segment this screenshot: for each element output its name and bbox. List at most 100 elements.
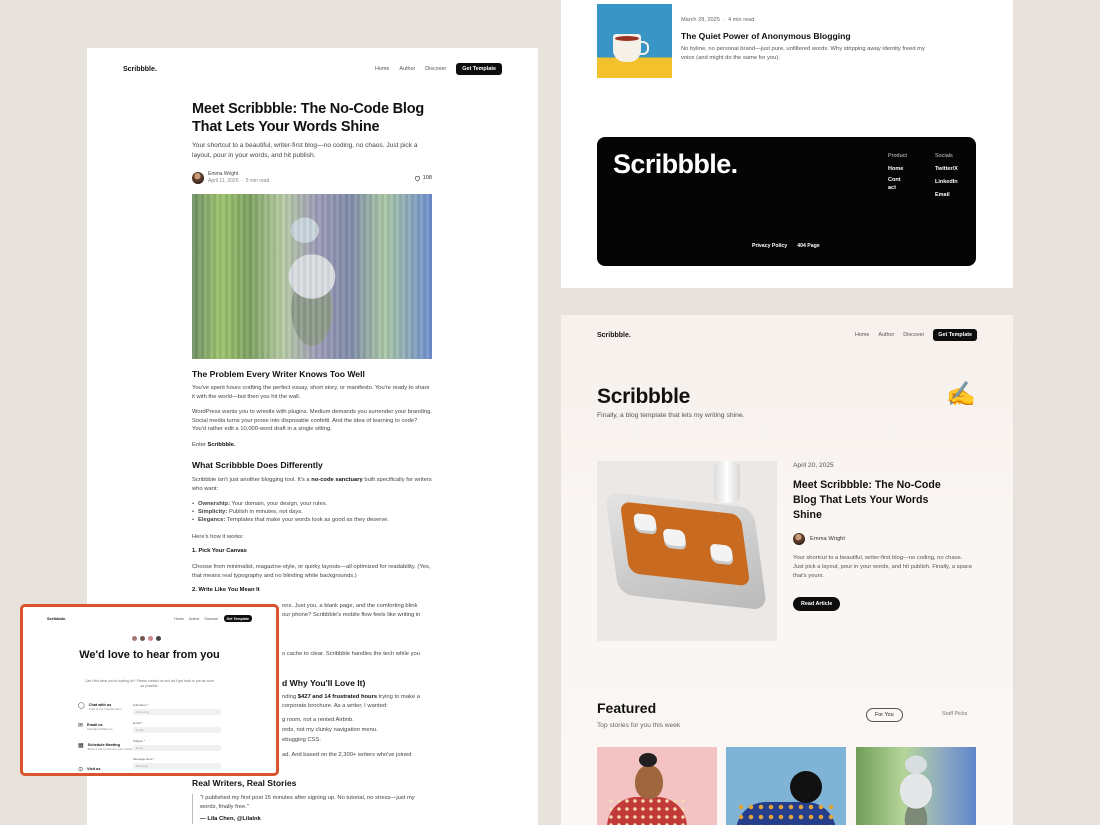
featured-date: April 20, 2025 [793, 462, 834, 469]
get-template-button[interactable]: Get Template [223, 615, 252, 622]
paragraph-fragment: ords, not my clunky navigation menu. [282, 727, 378, 733]
avatar [139, 635, 146, 642]
post-title-link[interactable]: The Quiet Power of Anonymous Blogging [681, 31, 851, 41]
featured-image-tray[interactable] [597, 461, 777, 641]
paragraph-fragment: ad. And based on the 2,300+ writers who'… [282, 752, 412, 758]
avatar [155, 635, 162, 642]
contact-page-preview: Scribbble. Home Author Discover Get Temp… [20, 604, 279, 776]
cylinder-shape [714, 461, 740, 503]
post-excerpt: No byline, no personal brand—just pure, … [681, 46, 925, 61]
footer-link-twitter[interactable]: Twitter/X [935, 165, 958, 174]
subject-input[interactable]: Enter [133, 745, 221, 751]
heading-differently: What Scribbble Does Differently [192, 460, 323, 470]
footer-link-linkedin[interactable]: LinkedIn [935, 178, 958, 187]
contact-option-email[interactable]: ✉ Email us hello@scribbble.co [78, 723, 112, 731]
get-template-button[interactable]: Get Template [933, 329, 977, 341]
footer-link-home[interactable]: Home [888, 165, 907, 174]
blog-list-preview: March 28, 2025 · 4 min read The Quiet Po… [561, 0, 1013, 288]
avatar [147, 635, 154, 642]
home-subtitle: Finally, a blog template that lets my wr… [597, 412, 745, 419]
nav-home[interactable]: Home [855, 332, 869, 338]
paragraph-fragment: g room, not a rented Airbnb. [282, 717, 354, 723]
author-row: Emma Wright April 11, 2025 · 5 min read … [192, 170, 432, 186]
calendar-icon: ▦ [78, 743, 84, 749]
quote-author: — Lila Chen, @Lilalnk [200, 816, 261, 823]
read-article-button[interactable]: Read Article [793, 597, 841, 611]
footer-link-contact[interactable]: Cont act [888, 176, 907, 192]
avatar [131, 635, 138, 642]
nav-author[interactable]: Author [399, 66, 415, 72]
cup-icon [613, 34, 649, 62]
site-logo[interactable]: Scribbble. [123, 66, 157, 73]
nav-home[interactable]: Home [174, 617, 184, 621]
list-item: Ownership: Your domain, your design, you… [192, 500, 432, 508]
article-header: Scribbble. Home Author Discover Get Temp… [123, 62, 502, 76]
heading-problem: The Problem Every Writer Knows Too Well [192, 369, 365, 379]
nav-home[interactable]: Home [375, 66, 389, 72]
paragraph-fragment: ebugging CSS. [282, 737, 321, 743]
privacy-policy-link[interactable]: Privacy Policy [752, 243, 787, 249]
nav-bar: Home Author Discover Get Template [375, 63, 502, 75]
chat-icon: ◯ [78, 703, 85, 709]
site-footer: Scribbble. Product Home Cont act Socials… [597, 137, 976, 266]
story-card[interactable] [856, 747, 976, 825]
contact-title: We'd love to hear from you [79, 649, 220, 661]
paragraph: WordPress wants you to wrestle with plug… [192, 409, 432, 433]
footer-product-column: Product Home Cont act [888, 152, 907, 192]
team-avatars [131, 635, 162, 642]
bullet-list: Ownership: Your domain, your design, you… [192, 500, 432, 524]
avatar[interactable] [192, 172, 204, 184]
footer-link-email[interactable]: Email [935, 191, 958, 200]
paragraph: Scribbble isn't just another blogging to… [192, 477, 432, 492]
message-input[interactable]: Message [133, 763, 221, 769]
contact-option-visit[interactable]: ⊙ Visit us [78, 767, 100, 773]
like-button[interactable]: 108 [414, 175, 432, 182]
footer-socials-column: Socials Twitter/X LinkedIn Email [935, 152, 958, 200]
heart-icon [414, 175, 420, 181]
email-input[interactable]: Email [133, 727, 221, 733]
site-logo[interactable]: Scribbble. [47, 616, 66, 621]
nav-bar: Home Author Discover Get Template [855, 329, 977, 341]
contact-option-meeting[interactable]: ▦ Schedule Meeting Book a call to discuss… [78, 743, 132, 751]
paragraph: Enter Scribbble. [192, 442, 236, 448]
tab-for-you[interactable]: For You [866, 708, 903, 722]
contact-header: Scribbble. Home Author Discover Get Temp… [47, 615, 252, 622]
story-card[interactable] [597, 747, 717, 825]
full-name-input[interactable]: Full name [133, 709, 221, 715]
coffee-cup-thumbnail[interactable] [597, 4, 672, 78]
paragraph: You've spent hours crafting the perfect … [192, 385, 430, 400]
mail-icon: ✉ [78, 723, 84, 729]
testimonial-quote: "I published my first post 15 minutes af… [192, 794, 432, 824]
tray-shape [604, 491, 768, 611]
story-card[interactable] [726, 747, 846, 825]
nav-author[interactable]: Author [189, 617, 200, 621]
tab-staff-picks[interactable]: Staff Picks [934, 708, 975, 720]
contact-option-chat[interactable]: ◯ Chat with us Chat to our friendly team [78, 703, 122, 711]
step-heading: 1. Pick Your Canvas [192, 548, 247, 554]
footer-logo[interactable]: Scribbble. [613, 149, 738, 180]
step-heading: 2. Write Like You Mean It [192, 587, 260, 593]
post-meta: March 28, 2025 · 4 min read [681, 17, 755, 23]
home-title: Scribbble [597, 385, 690, 408]
site-logo[interactable]: Scribbble. [597, 332, 631, 339]
full-name-field: Full Name * Full name [133, 703, 221, 715]
message-field: Message Here * Message [133, 757, 221, 769]
article-lede: Your shortcut to a beautiful, writer-fir… [192, 142, 418, 159]
paragraph-fragment: ons. Just you, a blank page, and the com… [282, 603, 418, 609]
author-meta: Emma Wright April 11, 2025 · 5 min read [208, 171, 270, 184]
nav-discover[interactable]: Discover [903, 332, 924, 338]
nav-discover[interactable]: Discover [205, 617, 219, 621]
homepage-preview: Scribbble. Home Author Discover Get Temp… [561, 315, 1013, 825]
get-template-button[interactable]: Get Template [456, 63, 502, 75]
nav-author[interactable]: Author [878, 332, 894, 338]
author-name[interactable]: Emma Wright [208, 171, 269, 178]
article-title: Meet Scribbble: The No-Code Blog That Le… [192, 101, 425, 135]
heading-fragment: d Why You'll Love It) [282, 678, 366, 688]
column-heading: Socials [935, 153, 953, 159]
like-count: 108 [422, 175, 432, 181]
nav-discover[interactable]: Discover [425, 66, 446, 72]
pin-icon: ⊙ [78, 767, 84, 773]
featured-title[interactable]: Meet Scribbble: The No-Code Blog That Le… [793, 478, 953, 523]
404-page-link[interactable]: 404 Page [797, 243, 820, 249]
featured-author[interactable]: Emma Wright [793, 533, 845, 545]
